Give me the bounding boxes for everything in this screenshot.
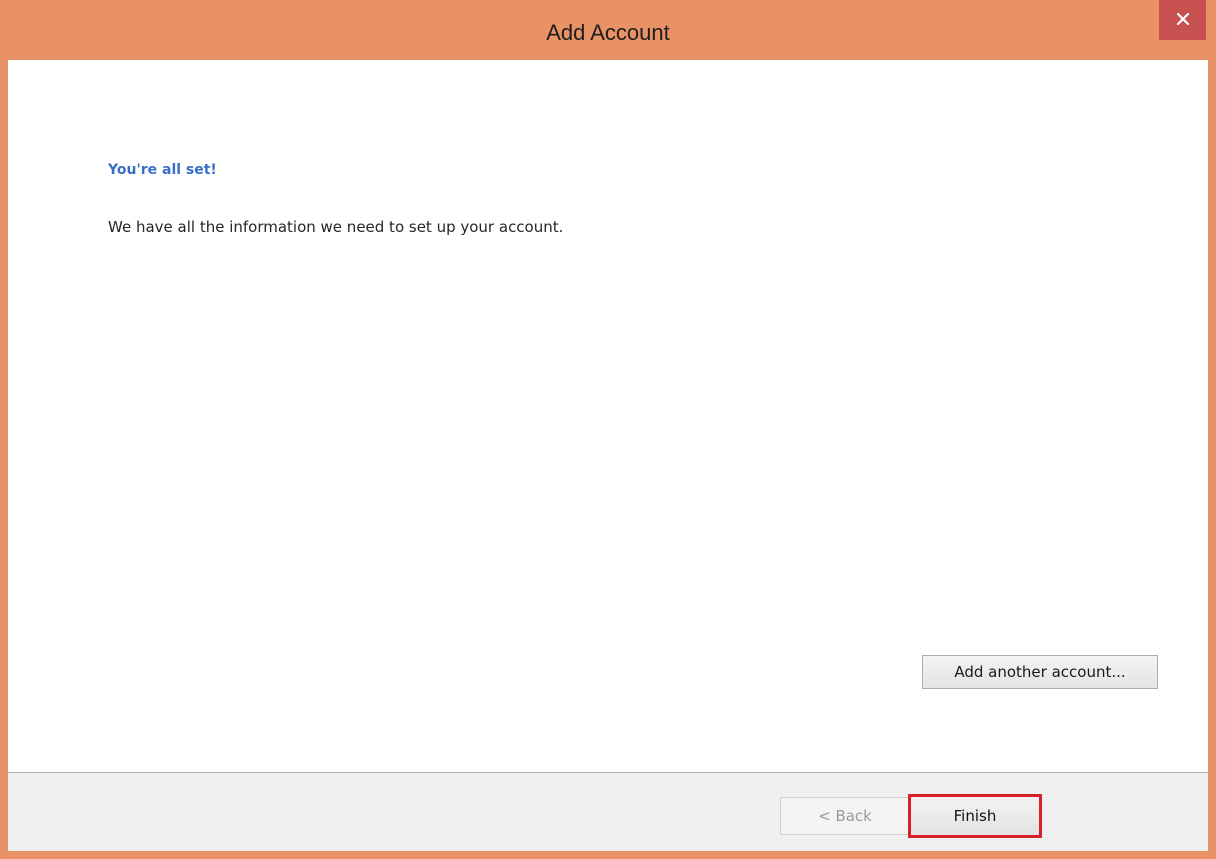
dialog-content: You're all set! We have all the informat…: [8, 60, 1208, 772]
close-button[interactable]: [1159, 0, 1206, 40]
window-title: Add Account: [546, 20, 670, 45]
finish-button[interactable]: Finish: [908, 794, 1042, 838]
success-heading: You're all set!: [108, 162, 217, 178]
close-icon: [1176, 11, 1190, 30]
dialog-footer: < Back Finish: [8, 772, 1208, 851]
back-button[interactable]: < Back: [780, 797, 910, 835]
add-account-window: Add Account You're all set! We have all …: [0, 0, 1216, 859]
add-another-account-button[interactable]: Add another account...: [922, 655, 1158, 689]
success-message: We have all the information we need to s…: [108, 218, 564, 236]
title-bar[interactable]: Add Account: [0, 0, 1216, 60]
